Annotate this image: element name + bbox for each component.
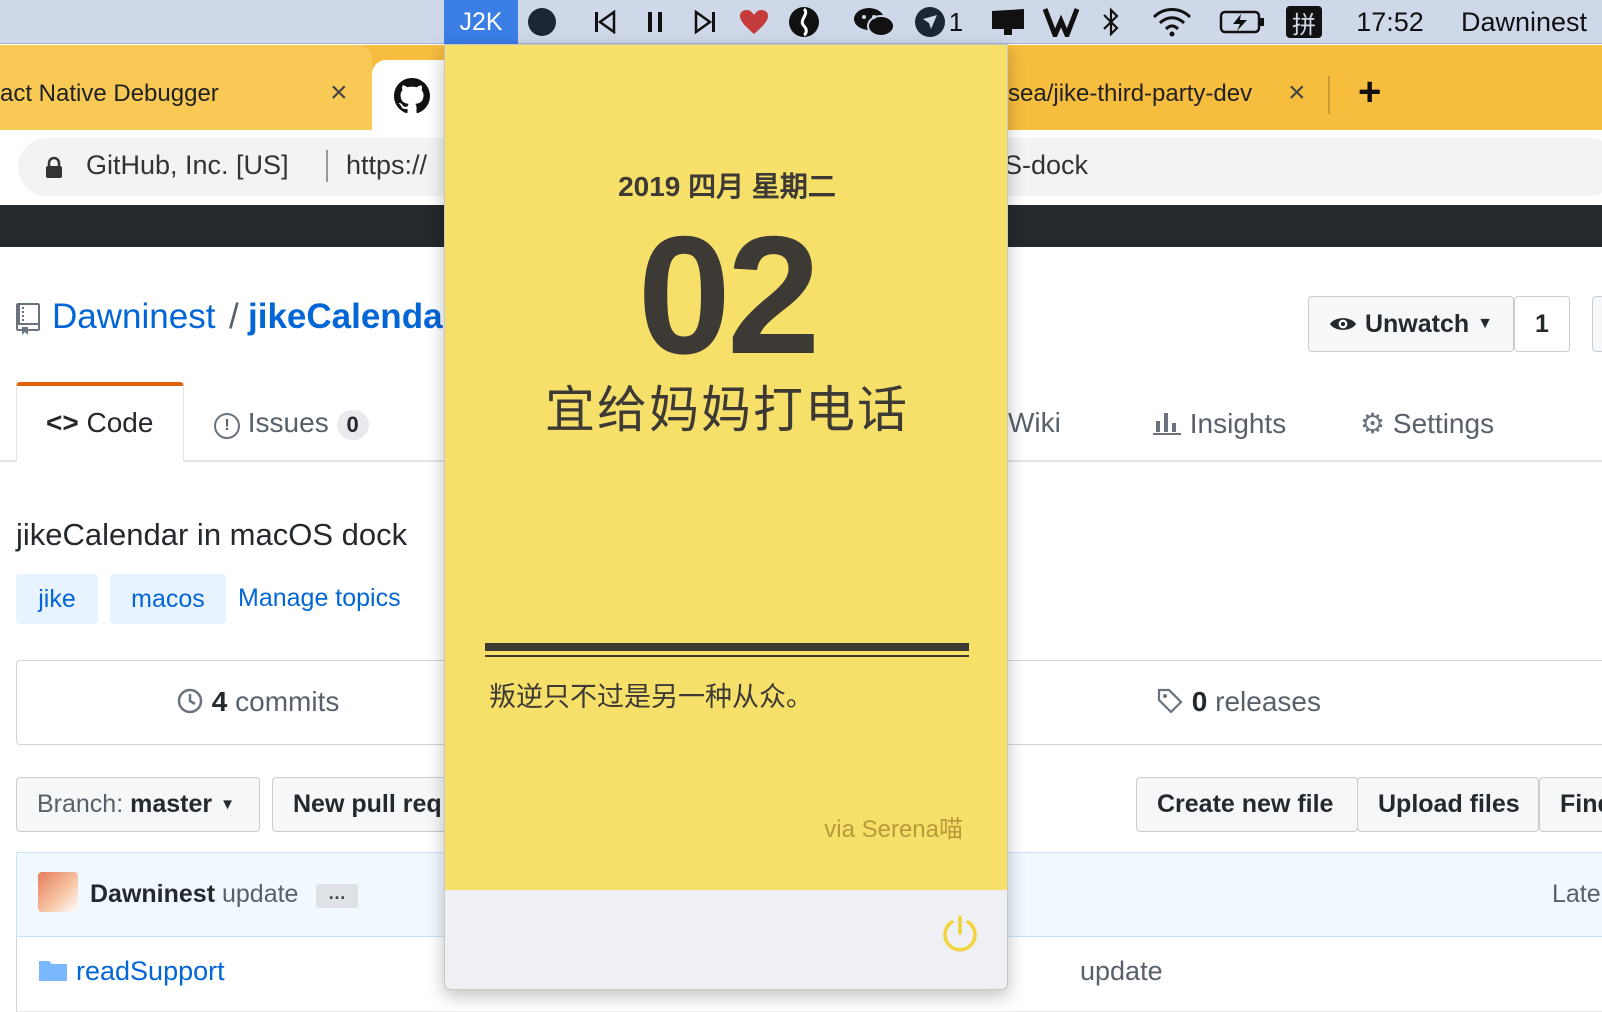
address-url-start: https://	[346, 150, 428, 180]
power-icon[interactable]	[939, 913, 981, 955]
tag-icon	[1156, 687, 1184, 722]
next-track-icon[interactable]	[688, 0, 722, 44]
issue-icon: !	[214, 413, 240, 439]
tab-wiki[interactable]: Wiki	[1008, 407, 1061, 439]
ellipsis-button[interactable]: …	[316, 884, 358, 908]
calendar-attribution: via Serena喵	[824, 816, 963, 843]
vector-app-icon[interactable]	[1042, 0, 1080, 44]
bluetooth-icon[interactable]	[1096, 0, 1126, 44]
eye-icon	[1329, 318, 1357, 330]
tab-settings[interactable]: ⚙ Settings	[1360, 407, 1494, 440]
previous-track-icon[interactable]	[588, 0, 622, 44]
manage-topics-link[interactable]: Manage topics	[238, 584, 401, 613]
calendar-todo: 宜给妈妈打电话	[545, 382, 909, 438]
address-divider	[326, 150, 328, 182]
commit-info: Dawninest update	[90, 880, 298, 909]
unwatch-button[interactable]: Unwatch ▼	[1308, 296, 1514, 352]
tab-insights[interactable]: Insights	[1152, 407, 1286, 442]
calendar-divider-thin	[485, 655, 969, 657]
pause-icon[interactable]	[638, 0, 672, 44]
battery-charging-icon[interactable]	[1218, 0, 1266, 44]
upload-files-button[interactable]: Upload files	[1357, 777, 1539, 832]
screen: J2K 1 拼 17:52 Dawninest act Native Debug…	[0, 0, 1602, 1012]
address-org: GitHub, Inc. [US]	[86, 150, 289, 180]
close-tab-icon[interactable]: ×	[330, 76, 348, 110]
branch-label: Branch:	[37, 790, 124, 818]
code-icon: <>	[46, 407, 79, 438]
create-new-file-button[interactable]: Create new file	[1136, 777, 1358, 832]
watch-count[interactable]: 1	[1514, 296, 1570, 352]
caret-down-icon: ▼	[220, 796, 235, 813]
releases-count: 0	[1191, 686, 1208, 717]
repo-title-separator: /	[229, 297, 239, 336]
close-tab-icon[interactable]: ×	[1288, 76, 1306, 110]
branch-value: master	[130, 790, 213, 818]
calendar-quote: 叛逆只不过是另一种从众。	[489, 682, 813, 712]
releases-label: releases	[1215, 686, 1321, 717]
commit-author[interactable]: Dawninest	[90, 880, 215, 908]
tab-insights-text: Insights	[1189, 408, 1287, 439]
new-tab-button[interactable]: +	[1358, 70, 1381, 115]
yinyang-app-icon[interactable]	[786, 0, 822, 44]
graph-icon	[1152, 407, 1182, 442]
caret-down-icon: ▼	[1477, 315, 1493, 332]
tab-code-label[interactable]: <> Code	[46, 407, 153, 439]
latest-commit-label: Late	[1552, 880, 1601, 908]
commits-count: 4	[211, 686, 228, 717]
new-pull-request-button[interactable]: New pull req	[272, 777, 472, 832]
repo-owner-link[interactable]: Dawninest	[52, 297, 215, 337]
tab-settings-text: Settings	[1392, 408, 1495, 439]
repo-name-link[interactable]: jikeCalenda	[248, 297, 443, 337]
star-button-edge[interactable]	[1592, 296, 1602, 352]
file-commit-message[interactable]: update	[1080, 956, 1163, 987]
calendar-day-number: 02	[637, 201, 821, 389]
repo-description: jikeCalendar in macOS dock	[16, 517, 408, 552]
notification-badge: 1	[948, 6, 964, 37]
commits-label: commits	[235, 686, 340, 717]
folder-icon	[38, 958, 68, 987]
history-icon	[176, 687, 204, 722]
file-link-readsupport[interactable]: readSupport	[76, 956, 225, 987]
tab-separator	[1328, 76, 1330, 114]
menubar-user[interactable]: Dawninest	[1452, 0, 1596, 44]
input-method-icon[interactable]: 拼	[1286, 6, 1322, 39]
address-url-end: S-dock	[1004, 150, 1089, 180]
releases-link[interactable]: 0 releases	[1156, 686, 1321, 722]
tab-wiki-text: Wiki	[1008, 407, 1061, 438]
topic-tag[interactable]: macos	[110, 574, 226, 624]
topic-tag[interactable]: jike	[16, 574, 98, 624]
find-file-button[interactable]: Find	[1539, 777, 1602, 832]
menubar-app-j2k[interactable]: J2K	[444, 0, 518, 44]
heart-icon[interactable]	[736, 0, 772, 44]
tab-code-text: Code	[86, 407, 154, 438]
wechat-icon[interactable]	[852, 0, 896, 44]
calendar-popover: 2019 四月 星期二 02 宜给妈妈打电话 叛逆只不过是另一种从众。 via …	[444, 44, 1008, 990]
wifi-icon[interactable]	[1150, 0, 1194, 44]
tab-issues[interactable]: ! Issues 0	[214, 407, 369, 440]
issues-counter: 0	[336, 410, 369, 440]
unwatch-label: Unwatch	[1364, 309, 1470, 338]
display-icon[interactable]	[988, 0, 1028, 44]
repo-icon	[16, 303, 40, 340]
github-logo-icon	[394, 78, 430, 119]
menubar-clock[interactable]: 17:52	[1352, 0, 1428, 44]
notification-app-icon[interactable]	[912, 0, 948, 44]
commit-message[interactable]: update	[222, 880, 298, 908]
avatar[interactable]	[38, 872, 78, 912]
tab-issues-text: Issues	[247, 407, 329, 438]
menubar-dark-circle-icon[interactable]	[524, 0, 560, 44]
commits-link[interactable]: 4 commits	[176, 686, 339, 722]
gear-icon: ⚙	[1360, 408, 1386, 439]
calendar-divider-thick	[485, 643, 969, 651]
tab-title-jike-dev: sea/jike-third-party-dev	[1008, 80, 1253, 107]
lock-icon	[44, 156, 64, 185]
tab-title-debugger: act Native Debugger	[0, 80, 219, 107]
branch-select[interactable]: Branch: master ▼	[16, 777, 260, 832]
